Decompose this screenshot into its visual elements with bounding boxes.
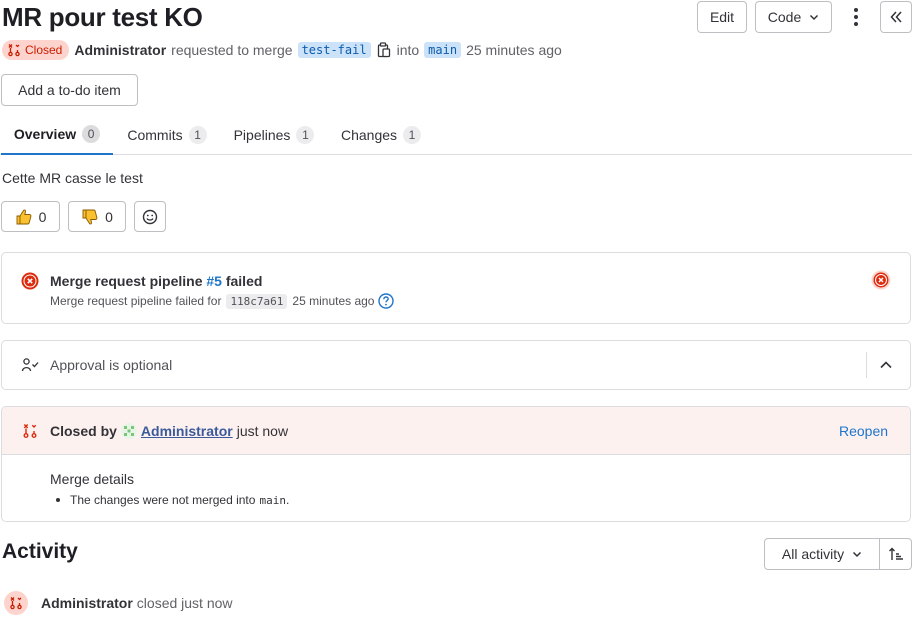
status-badge-label: Closed — [25, 43, 63, 57]
thumbs-up-count: 0 — [38, 208, 47, 225]
tab-commits-count: 1 — [188, 126, 207, 144]
thumbs-down-count: 0 — [105, 208, 113, 225]
requested-text: requested to merge — [171, 42, 293, 58]
pipeline-id-link[interactable]: #5 — [206, 273, 222, 289]
pipeline-title: Merge request pipeline #5 failed — [50, 273, 262, 289]
reopen-button[interactable]: Reopen — [839, 423, 888, 439]
pipeline-detail-prefix: Merge request pipeline failed for — [50, 294, 222, 308]
target-branch[interactable]: main — [424, 42, 462, 58]
activity-heading: Activity — [2, 540, 78, 563]
closed-by-line: Closed by Administrator just now — [50, 423, 288, 439]
sort-ascending-icon — [888, 547, 904, 561]
author-link[interactable]: Administrator — [74, 42, 166, 58]
tab-changes-label: Changes — [340, 127, 398, 143]
code-button-label: Code — [767, 9, 802, 25]
approval-user-check-icon — [21, 357, 41, 373]
approval-divider — [866, 352, 867, 378]
thumbs-up-button[interactable]: 0 — [1, 201, 60, 232]
status-badge: Closed — [2, 40, 70, 60]
mr-time-ago: 25 minutes ago — [466, 42, 562, 58]
activity-event-user[interactable]: Administrator — [41, 595, 133, 611]
thumbs-down-button[interactable]: 0 — [68, 201, 126, 232]
mr-meta-line: Closed Administrator requested to merge … — [2, 40, 562, 60]
activity-filter-dropdown[interactable]: All activity — [764, 538, 880, 570]
closed-widget: Closed by Administrator just now Reopen … — [1, 406, 911, 522]
chevron-down-icon — [809, 12, 819, 22]
tab-changes[interactable]: Changes 1 — [332, 115, 430, 155]
activity-filter-label: All activity — [781, 546, 845, 562]
tab-overview-label: Overview — [13, 126, 77, 142]
tab-pipelines-label: Pipelines — [233, 127, 291, 143]
tab-changes-count: 1 — [403, 126, 422, 144]
commit-sha-link[interactable]: 118c7a61 — [226, 293, 288, 309]
pipeline-widget: Merge request pipeline #5 failed Merge r… — [1, 252, 911, 324]
activity-event: Administrator closed just now — [4, 591, 233, 615]
merge-request-closed-icon — [7, 43, 21, 57]
help-question-icon[interactable] — [378, 293, 395, 309]
closed-time: just now — [236, 423, 289, 439]
merge-details-suffix: . — [285, 493, 290, 507]
bullet — [56, 498, 60, 502]
code-dropdown-button[interactable]: Code — [755, 1, 832, 33]
pipeline-title-prefix: Merge request pipeline — [50, 273, 203, 289]
chevron-up-icon[interactable] — [879, 358, 893, 372]
sort-order-button[interactable] — [879, 538, 912, 570]
more-actions-icon[interactable] — [848, 6, 864, 28]
merge-details-title: Merge details — [50, 471, 135, 487]
pipeline-time-ago: 25 minutes ago — [292, 294, 375, 308]
collapse-sidebar-button[interactable] — [880, 1, 912, 33]
merge-request-closed-icon — [4, 591, 28, 615]
double-chevron-left-icon — [889, 10, 903, 24]
tab-commits-label: Commits — [127, 127, 183, 143]
approval-text: Approval is optional — [50, 357, 173, 373]
status-failed-icon — [21, 272, 39, 290]
merge-details-branch: main — [259, 493, 286, 507]
approval-widget: Approval is optional — [1, 340, 911, 390]
edit-button[interactable]: Edit — [697, 1, 747, 33]
activity-event-text: closed just now — [136, 595, 233, 611]
copy-branch-icon[interactable] — [377, 42, 391, 58]
pipeline-title-suffix: failed — [225, 273, 263, 289]
source-branch[interactable]: test-fail — [297, 42, 371, 58]
chevron-down-icon — [852, 549, 862, 559]
tab-pipelines[interactable]: Pipelines 1 — [224, 115, 324, 155]
pipeline-mini-status-failed-icon[interactable] — [871, 270, 891, 290]
thumbs-up-icon — [15, 208, 33, 226]
tab-pipelines-count: 1 — [296, 126, 315, 144]
pipeline-detail: Merge request pipeline failed for 118c7a… — [50, 293, 395, 309]
thumbs-down-icon — [81, 208, 99, 226]
smiley-icon — [142, 209, 158, 225]
closed-banner: Closed by Administrator just now Reopen — [2, 407, 910, 455]
into-text: into — [396, 42, 420, 58]
add-todo-button[interactable]: Add a to-do item — [1, 74, 138, 106]
page-title: MR pour test KO — [2, 2, 203, 32]
edit-button-label: Edit — [709, 9, 735, 25]
closed-by-user-link[interactable]: Administrator — [141, 423, 233, 439]
merge-details-text: The changes were not merged into — [70, 493, 256, 507]
add-reaction-button[interactable] — [134, 201, 166, 232]
tab-overview-count: 0 — [82, 125, 101, 143]
mr-description: Cette MR casse le test — [2, 170, 143, 186]
avatar[interactable] — [120, 423, 137, 439]
add-todo-label: Add a to-do item — [18, 82, 121, 98]
tab-overview[interactable]: Overview 0 — [1, 115, 113, 155]
merge-details-item: The changes were not merged into main . — [56, 493, 289, 507]
closed-by-label: Closed by — [50, 423, 117, 439]
tab-commits[interactable]: Commits 1 — [118, 115, 216, 155]
merge-request-closed-icon — [22, 423, 38, 439]
